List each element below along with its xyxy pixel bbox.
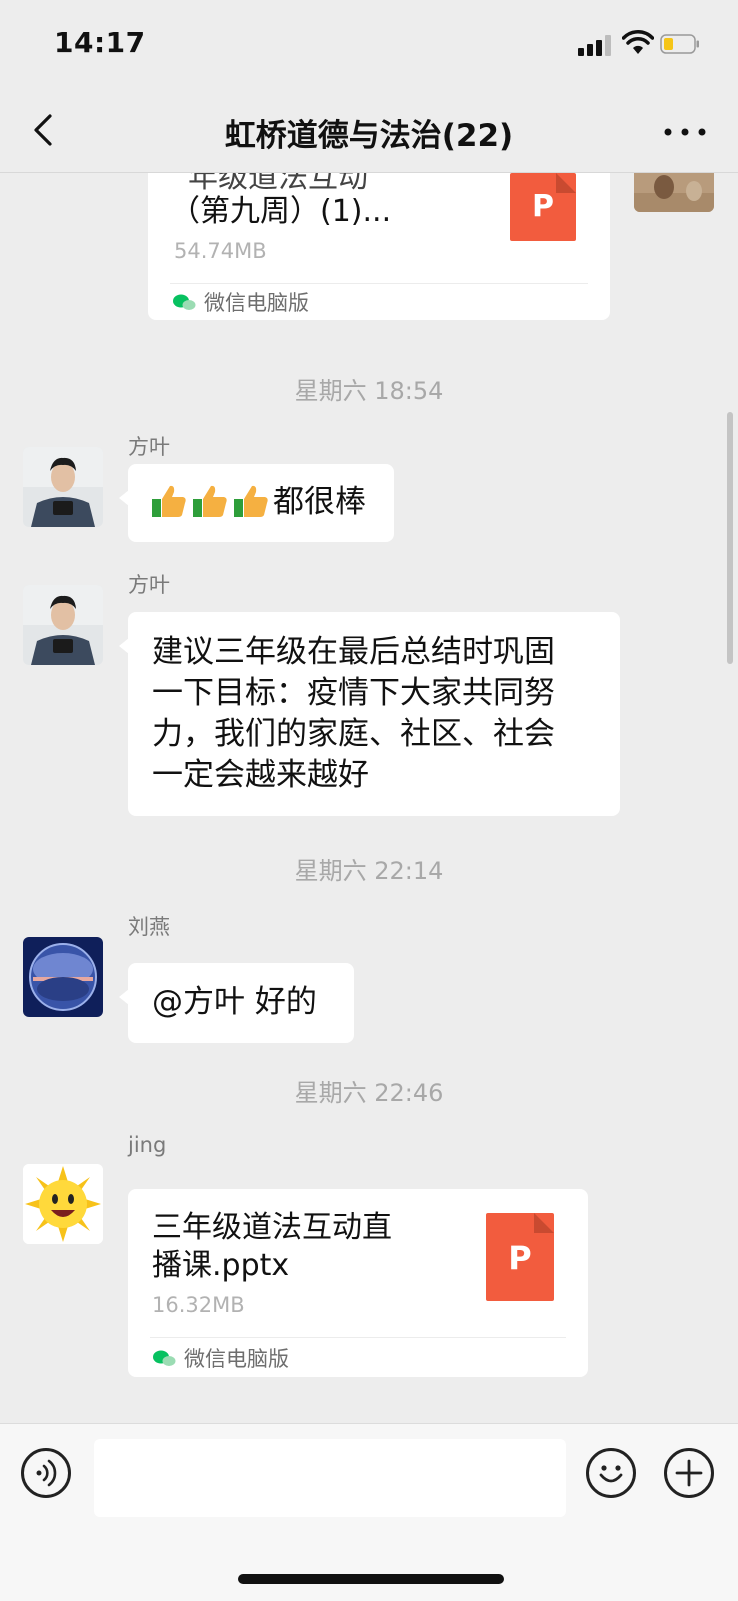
- wechat-icon: [153, 1350, 176, 1366]
- chevron-left-icon[interactable]: [26, 108, 66, 152]
- emoji-icon[interactable]: [586, 1448, 636, 1498]
- chat-title: 虹桥道德与法治(22): [224, 118, 514, 154]
- timestamp: 星期六 22:14: [294, 857, 444, 885]
- sender-name: 刘燕: [128, 915, 170, 939]
- file-message[interactable]: 年级道法互动 （第九周）(1)... 54.74MB P 微信电脑版: [148, 173, 610, 320]
- battery-icon: [660, 34, 699, 54]
- wechat-icon: [173, 294, 196, 310]
- message-text: @方叶 好的: [152, 984, 317, 1020]
- plus-icon[interactable]: [664, 1448, 714, 1498]
- file-size: 16.32MB: [152, 1293, 245, 1317]
- timestamp: 星期六 18:54: [294, 377, 444, 405]
- ppt-file-icon: P: [486, 1213, 554, 1301]
- title-bar: 虹桥道德与法治(22): [0, 92, 738, 173]
- voice-icon[interactable]: [21, 1448, 71, 1498]
- file-size: 54.74MB: [174, 239, 267, 263]
- input-bar: [0, 1423, 738, 1601]
- avatar[interactable]: [634, 173, 714, 212]
- avatar[interactable]: [23, 1164, 103, 1244]
- message-text: 一下目标：疫情下大家共同努: [152, 675, 555, 711]
- file-source: 微信电脑版: [204, 291, 309, 315]
- message-text: 力，我们的家庭、社区、社会: [152, 716, 555, 752]
- file-name: （第九周）(1)...: [170, 194, 392, 229]
- status-bar: 14:17: [0, 0, 738, 92]
- file-name: 三年级道法互动直: [152, 1210, 392, 1245]
- message-bubble[interactable]: 都很棒: [119, 464, 394, 542]
- timestamp: 星期六 22:46: [294, 1079, 444, 1107]
- ppt-file-icon: P: [510, 173, 576, 241]
- message-bubble[interactable]: @方叶 好的: [119, 963, 354, 1043]
- thumbs-up-icon: [152, 485, 186, 517]
- wifi-icon: [622, 30, 654, 54]
- sender-name: 方叶: [128, 573, 170, 597]
- message-input[interactable]: [94, 1439, 566, 1517]
- message-bubble[interactable]: 建议三年级在最后总结时巩固 一下目标：疫情下大家共同努 力，我们的家庭、社区、社…: [119, 612, 620, 816]
- scrollbar[interactable]: [727, 412, 733, 664]
- thumbs-up-icon: [193, 485, 227, 517]
- avatar[interactable]: [23, 937, 103, 1017]
- home-indicator[interactable]: [238, 1574, 504, 1584]
- avatar[interactable]: [23, 585, 103, 665]
- status-time: 14:17: [54, 26, 146, 59]
- more-icon[interactable]: [660, 112, 710, 152]
- sender-name: 方叶: [128, 435, 170, 459]
- message-text: 建议三年级在最后总结时巩固: [152, 634, 555, 670]
- avatar[interactable]: [23, 447, 103, 527]
- file-name: 播课.pptx: [152, 1248, 290, 1283]
- sender-name: jing: [128, 1133, 167, 1157]
- signal-icon: [578, 34, 614, 56]
- message-text: 都很棒: [273, 484, 366, 520]
- chat-area[interactable]: 年级道法互动 （第九周）(1)... 54.74MB P 微信电脑版 星期六 1…: [0, 173, 738, 1423]
- message-text: 一定会越来越好: [152, 757, 369, 793]
- file-source: 微信电脑版: [184, 1347, 289, 1371]
- file-message[interactable]: 三年级道法互动直 播课.pptx 16.32MB P 微信电脑版: [128, 1189, 588, 1377]
- thumbs-up-icon: [234, 485, 268, 517]
